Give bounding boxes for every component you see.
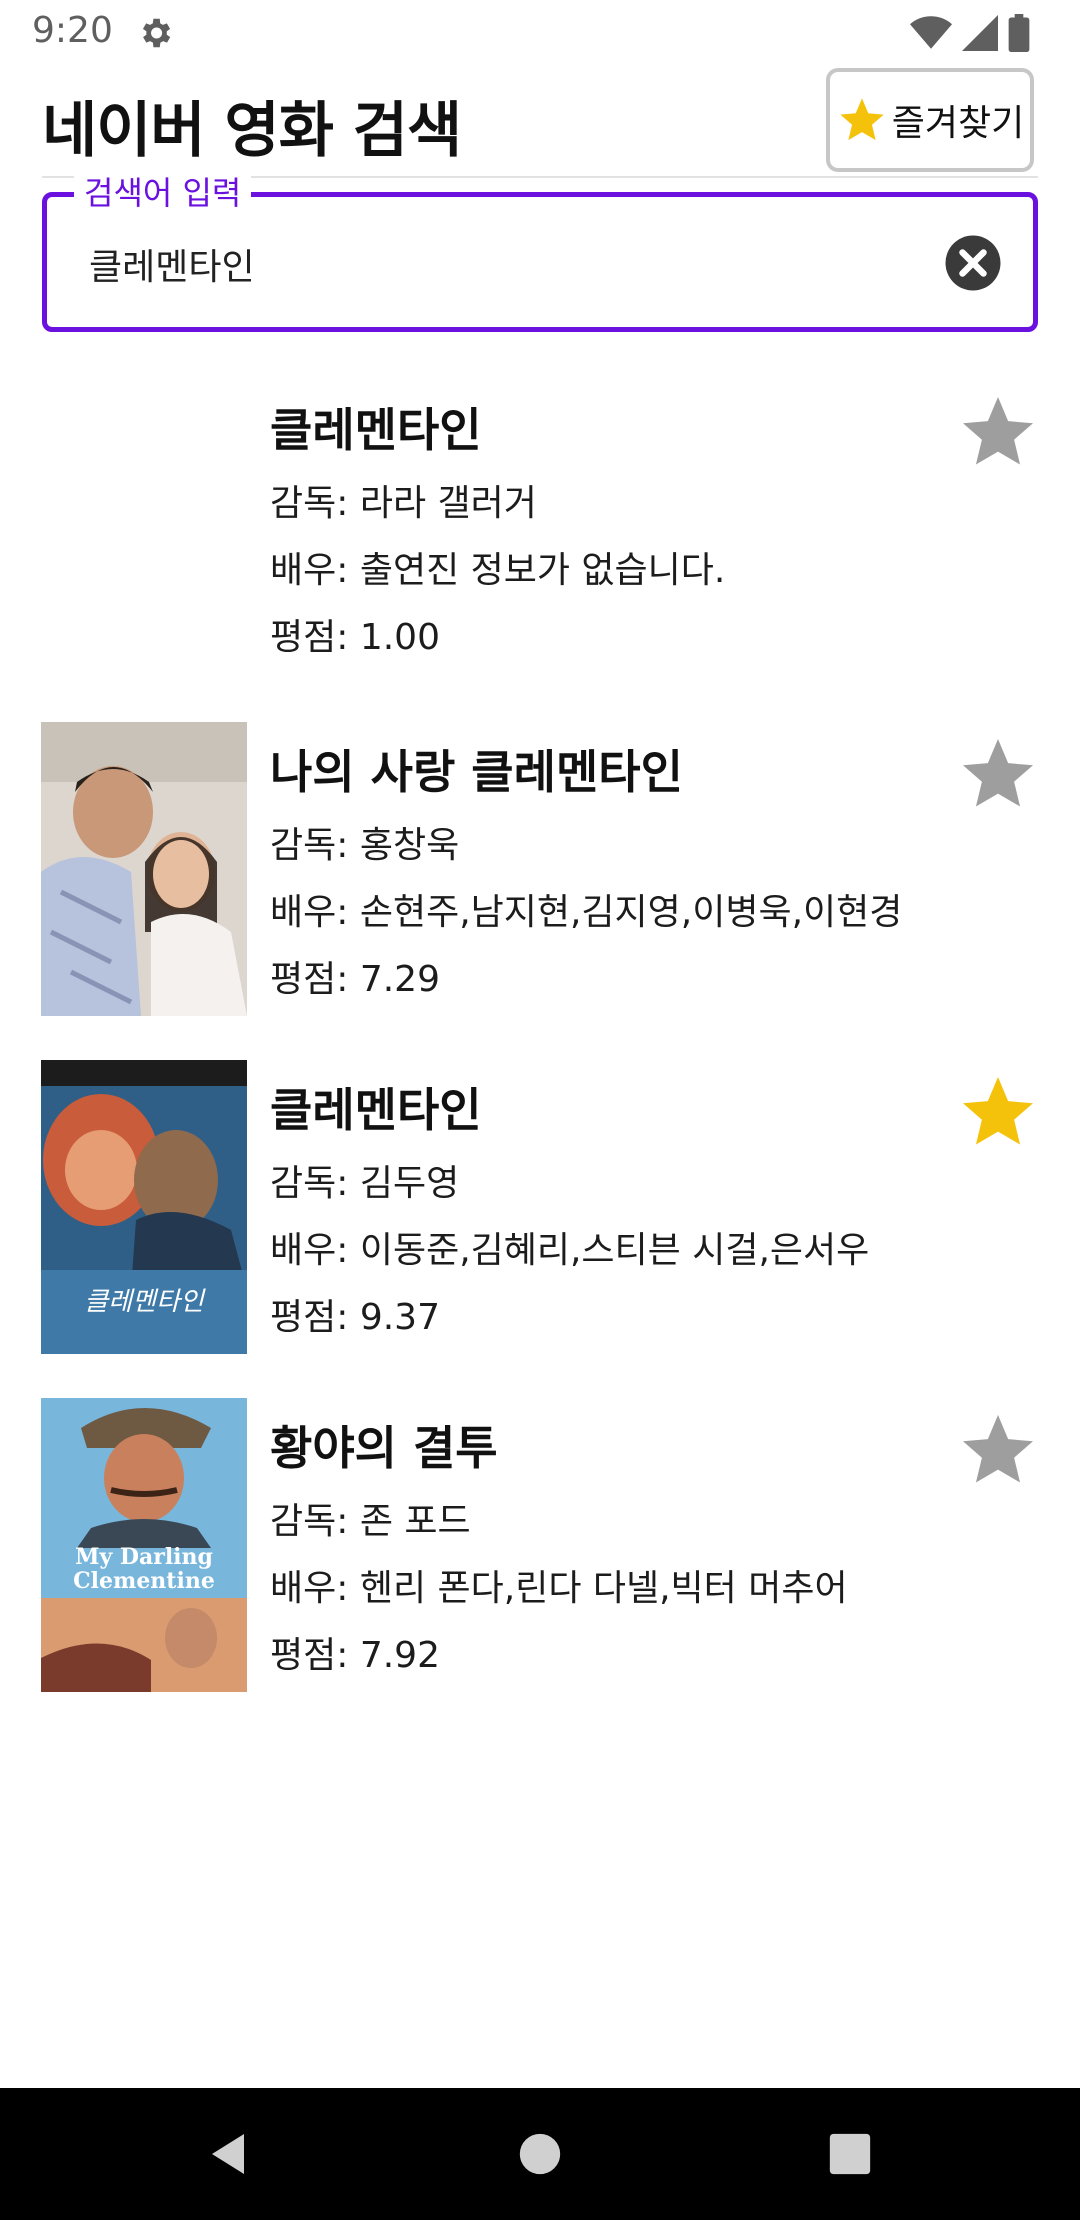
movie-actors: 배우: 출연진 정보가 없습니다. <box>270 550 726 591</box>
signal-icon <box>962 15 998 51</box>
star-icon <box>840 98 884 141</box>
list-item[interactable]: 클레멘타인 클레멘타인 감독: 김두영 배우: 이동준,김혜리,스티븐 시걸,은… <box>0 1060 1080 1360</box>
clear-search-button[interactable] <box>943 233 1003 293</box>
movie-director: 감독: 홍창욱 <box>270 825 460 866</box>
page-title: 네이버 영화 검색 <box>42 96 462 166</box>
movie-poster: 클레멘타인 <box>41 1060 247 1354</box>
star-icon <box>963 1077 1033 1145</box>
movie-rating: 평점: 7.92 <box>270 1635 440 1676</box>
poster-title: 클레멘타인 <box>84 1287 206 1317</box>
recents-button[interactable] <box>814 2118 886 2190</box>
home-icon <box>519 2133 561 2175</box>
clear-icon <box>945 235 1001 291</box>
star-icon <box>963 397 1033 465</box>
movie-rating: 평점: 9.37 <box>270 1297 440 1338</box>
movie-poster: My Darling Clementine <box>41 1398 247 1692</box>
favorites-button-label: 즐겨찾기 <box>891 103 1025 144</box>
back-button[interactable] <box>192 2118 264 2190</box>
movie-actors: 배우: 손현주,남지현,김지영,이병욱,이현경 <box>270 892 903 933</box>
movie-rating: 평점: 1.00 <box>270 617 440 658</box>
status-icons <box>910 14 1030 52</box>
favorites-button[interactable]: 즐겨찾기 <box>826 68 1034 172</box>
movie-poster <box>41 722 247 1016</box>
movie-title: 황야의 결투 <box>270 1421 498 1475</box>
battery-icon <box>1008 14 1030 52</box>
search-label: 검색어 입력 <box>74 172 252 214</box>
wifi-icon <box>910 16 952 49</box>
movie-title: 클레멘타인 <box>270 403 482 457</box>
star-icon <box>963 1415 1033 1483</box>
list-item[interactable]: 클레멘타인 감독: 라라 갤러거 배우: 출연진 정보가 없습니다. 평점: 1… <box>0 380 1080 680</box>
movie-title: 클레멘타인 <box>270 1083 482 1137</box>
movie-title: 나의 사랑 클레멘타인 <box>270 745 683 799</box>
recents-icon <box>829 2133 871 2175</box>
movie-director: 감독: 김두영 <box>270 1163 460 1204</box>
movie-director: 감독: 라라 갤러거 <box>270 483 537 524</box>
status-bar: 9:20 <box>0 0 1080 66</box>
movie-actors: 배우: 이동준,김혜리,스티븐 시걸,은서우 <box>270 1230 870 1271</box>
search-input[interactable] <box>87 223 911 305</box>
favorite-toggle[interactable] <box>956 732 1040 816</box>
movie-rating: 평점: 7.29 <box>270 959 440 1000</box>
movie-actors: 배우: 헨리 폰다,린다 다넬,빅터 머추어 <box>270 1568 848 1609</box>
list-item[interactable]: My Darling Clementine 황야의 결투 감독: 존 포드 배우:… <box>0 1398 1080 1698</box>
navigation-bar <box>0 2088 1080 2220</box>
favorite-toggle[interactable] <box>956 1070 1040 1154</box>
back-icon <box>212 2134 244 2174</box>
list-item[interactable]: 나의 사랑 클레멘타인 감독: 홍창욱 배우: 손현주,남지현,김지영,이병욱,… <box>0 722 1080 1022</box>
star-icon <box>963 739 1033 807</box>
favorite-toggle[interactable] <box>956 1408 1040 1492</box>
status-time: 9:20 <box>32 10 113 51</box>
home-button[interactable] <box>504 2118 576 2190</box>
movie-director: 감독: 존 포드 <box>270 1501 471 1542</box>
favorite-toggle[interactable] <box>956 390 1040 474</box>
poster-title: My Darling Clementine <box>73 1544 215 1594</box>
gear-icon <box>136 14 174 56</box>
